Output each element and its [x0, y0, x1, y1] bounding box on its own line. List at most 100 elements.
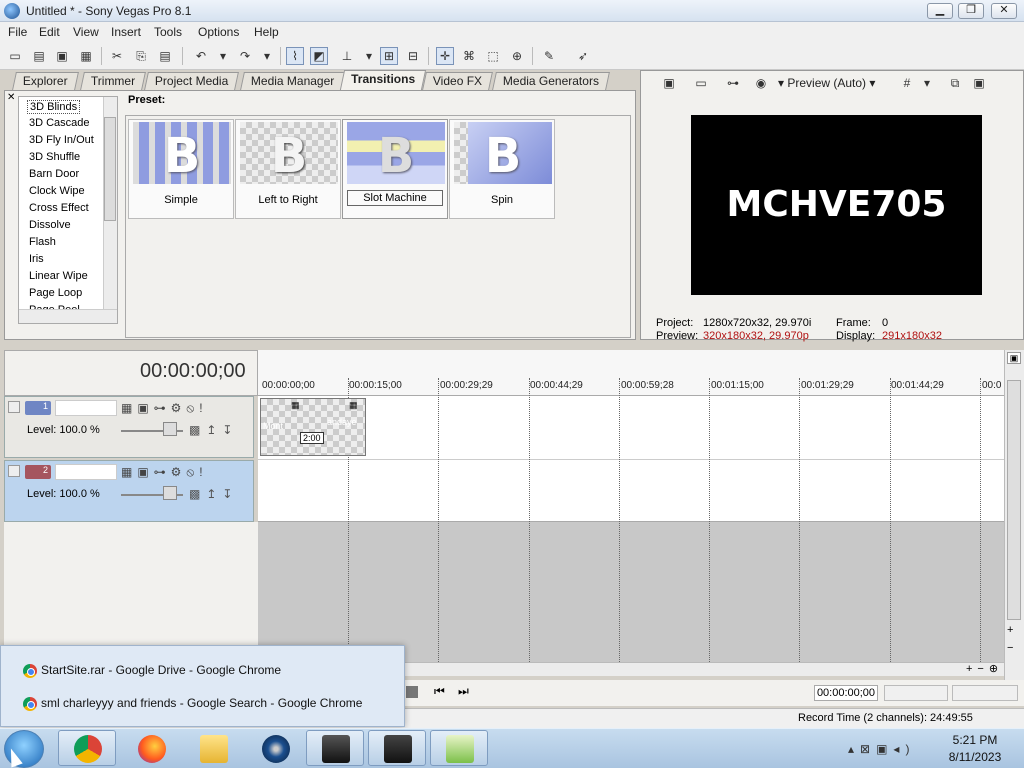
close-button[interactable]: ✕ — [991, 3, 1017, 19]
selection-length-field[interactable] — [952, 685, 1018, 701]
tab-project-media[interactable]: Project Media — [144, 72, 240, 90]
preview-quality-dropdown[interactable]: ▾ Preview (Auto) ▾ — [778, 76, 875, 90]
list-item[interactable]: Dissolve — [29, 219, 71, 231]
zoom-in-icon[interactable]: + — [1007, 624, 1013, 636]
selection-tool-icon[interactable]: ⬚ — [484, 47, 502, 65]
menu-options[interactable]: Options — [198, 25, 239, 39]
taskbar-app-6[interactable] — [368, 730, 426, 766]
popup-item-search[interactable]: sml charleyyy and friends - Google Searc… — [41, 696, 362, 710]
preset-slot-machine[interactable]: B Slot Machine — [342, 119, 448, 219]
scroll-thumb[interactable] — [1007, 380, 1021, 620]
preset-spin[interactable]: B Spin — [449, 119, 555, 219]
go-to-start-icon[interactable]: ⏮ — [434, 684, 445, 699]
ignore-grouping-icon[interactable]: ⊟ — [404, 47, 422, 65]
help-pointer-icon[interactable]: ➶ — [574, 47, 592, 65]
menu-insert[interactable]: Insert — [111, 25, 141, 39]
track-minimize-icon[interactable] — [8, 401, 20, 413]
minimize-button[interactable]: ▁ — [927, 3, 953, 19]
maximize-button[interactable]: ❐ — [958, 3, 984, 19]
tab-explorer[interactable]: Explorer — [12, 72, 79, 90]
list-item[interactable]: 3D Blinds — [27, 100, 81, 114]
preview-properties-icon[interactable]: ▣ — [660, 74, 678, 92]
track-header-1[interactable]: 1 ▦▣⊶⚙⦸! Level: 100.0 % ▩↥↧ — [4, 396, 254, 458]
system-tray-icons[interactable]: ▴⊠▣◂) — [848, 742, 915, 756]
menu-file[interactable]: File — [8, 25, 27, 39]
track-level-knob[interactable] — [163, 422, 177, 436]
taskbar-chrome[interactable] — [58, 730, 116, 766]
track-name-field[interactable] — [55, 464, 117, 480]
cut-icon[interactable]: ✂ — [108, 47, 126, 65]
grid-dropdown-icon[interactable]: ▾ — [918, 74, 936, 92]
transitions-list[interactable]: 3D Blinds 3D Cascade 3D Fly In/Out 3D Sh… — [18, 96, 118, 324]
list-item[interactable]: Flash — [29, 236, 56, 248]
normal-edit-tool-icon[interactable]: ✛ — [436, 47, 454, 65]
menu-tools[interactable]: Tools — [154, 25, 182, 39]
track-fx-icons[interactable]: ▦▣⊶⚙⦸! — [121, 465, 208, 480]
panel-close-icon[interactable]: ✕ — [7, 92, 15, 103]
taskbar-app-7[interactable] — [430, 730, 488, 766]
horizontal-zoom-icons[interactable]: +−⊕ — [966, 662, 1003, 675]
preset-simple[interactable]: B Simple — [128, 119, 234, 219]
menu-help[interactable]: Help — [254, 25, 279, 39]
video-clip-event[interactable]: Mont andaye ▦ ▦ — [260, 398, 366, 456]
auto-ripple-icon[interactable]: ⌇ — [286, 47, 304, 65]
track-level-knob[interactable] — [163, 486, 177, 500]
split-screen-icon[interactable]: ⊶ — [724, 74, 742, 92]
tab-media-generators[interactable]: Media Generators — [492, 72, 610, 90]
preset-left-to-right[interactable]: B Left to Right — [235, 119, 341, 219]
lock-envelopes-icon[interactable]: ⊞ — [380, 47, 398, 65]
taskbar-vegas-disc[interactable] — [246, 730, 304, 766]
open-folder-icon[interactable]: ▤ — [30, 47, 48, 65]
undo-dropdown-icon[interactable]: ▾ — [214, 47, 232, 65]
timeline-empty-area[interactable] — [258, 522, 1004, 662]
save-icon[interactable]: ▣ — [53, 47, 71, 65]
compositing-icons[interactable]: ▩↥↧ — [189, 487, 238, 501]
zoom-tool-icon[interactable]: ⊕ — [508, 47, 526, 65]
selection-start-field[interactable] — [884, 685, 948, 701]
compositing-icons[interactable]: ▩↥↧ — [189, 423, 238, 437]
popup-item-startsite[interactable]: StartSite.rar - Google Drive - Google Ch… — [41, 663, 281, 677]
undo-icon[interactable]: ↶ — [192, 47, 210, 65]
track-minimize-icon[interactable] — [8, 465, 20, 477]
tab-media-manager[interactable]: Media Manager — [240, 72, 346, 90]
track-lane-1[interactable] — [258, 396, 1004, 460]
properties-icon[interactable]: ▦ — [77, 47, 95, 65]
paste-icon[interactable]: ▤ — [156, 47, 174, 65]
list-item[interactable]: Barn Door — [29, 168, 79, 180]
tab-video-fx[interactable]: Video FX — [422, 72, 494, 90]
list-horizontal-scrollbar[interactable] — [19, 309, 117, 323]
snap-icon[interactable]: ⊥ — [338, 47, 356, 65]
envelope-icon[interactable]: ◩ — [310, 47, 328, 65]
time-ruler[interactable]: 00:00:00;00 00:00:15;00 00:00:29;29 00:0… — [258, 366, 1004, 396]
new-file-icon[interactable]: ▭ — [6, 47, 24, 65]
envelope-tool-icon[interactable]: ⌘ — [460, 47, 478, 65]
timeline-vertical-scrollbar[interactable]: ▣ + − — [1004, 350, 1024, 680]
snap-dropdown-icon[interactable]: ▾ — [360, 47, 378, 65]
edit-marker-icon[interactable]: ✎ — [540, 47, 558, 65]
tab-transitions[interactable]: Transitions — [339, 70, 427, 90]
menu-view[interactable]: View — [73, 25, 99, 39]
list-scroll-thumb[interactable] — [104, 117, 116, 221]
menu-edit[interactable]: Edit — [39, 25, 60, 39]
track-header-2[interactable]: 2 ▦▣⊶⚙⦸! Level: 100.0 % ▩↥↧ — [4, 460, 254, 522]
taskbar-app-5[interactable] — [306, 730, 364, 766]
taskbar-clock[interactable]: 5:21 PM 8/11/2023 — [940, 733, 1010, 764]
list-item[interactable]: 3D Shuffle — [29, 151, 80, 163]
track-lane-2[interactable] — [258, 460, 1004, 522]
stop-icon[interactable] — [406, 686, 418, 698]
marker-icon[interactable]: ▣ — [1007, 352, 1021, 364]
list-item[interactable]: Iris — [29, 253, 44, 265]
list-item[interactable]: 3D Fly In/Out — [29, 134, 94, 146]
go-to-end-icon[interactable]: ⏭ — [458, 684, 469, 699]
grid-overlay-icon[interactable]: # — [898, 74, 916, 92]
overlay-icon[interactable]: ◉ — [752, 74, 770, 92]
zoom-out-icon[interactable]: − — [1007, 642, 1013, 654]
taskbar-firefox[interactable] — [122, 730, 180, 766]
redo-icon[interactable]: ↷ — [236, 47, 254, 65]
timeline-horizontal-scrollbar[interactable] — [405, 662, 1004, 676]
copy-snapshot-icon[interactable]: ⧉ — [946, 74, 964, 92]
save-snapshot-icon[interactable]: ▣ — [970, 74, 988, 92]
redo-dropdown-icon[interactable]: ▾ — [258, 47, 276, 65]
copy-icon[interactable]: ⎘ — [132, 47, 150, 65]
list-item[interactable]: Cross Effect — [29, 202, 89, 214]
